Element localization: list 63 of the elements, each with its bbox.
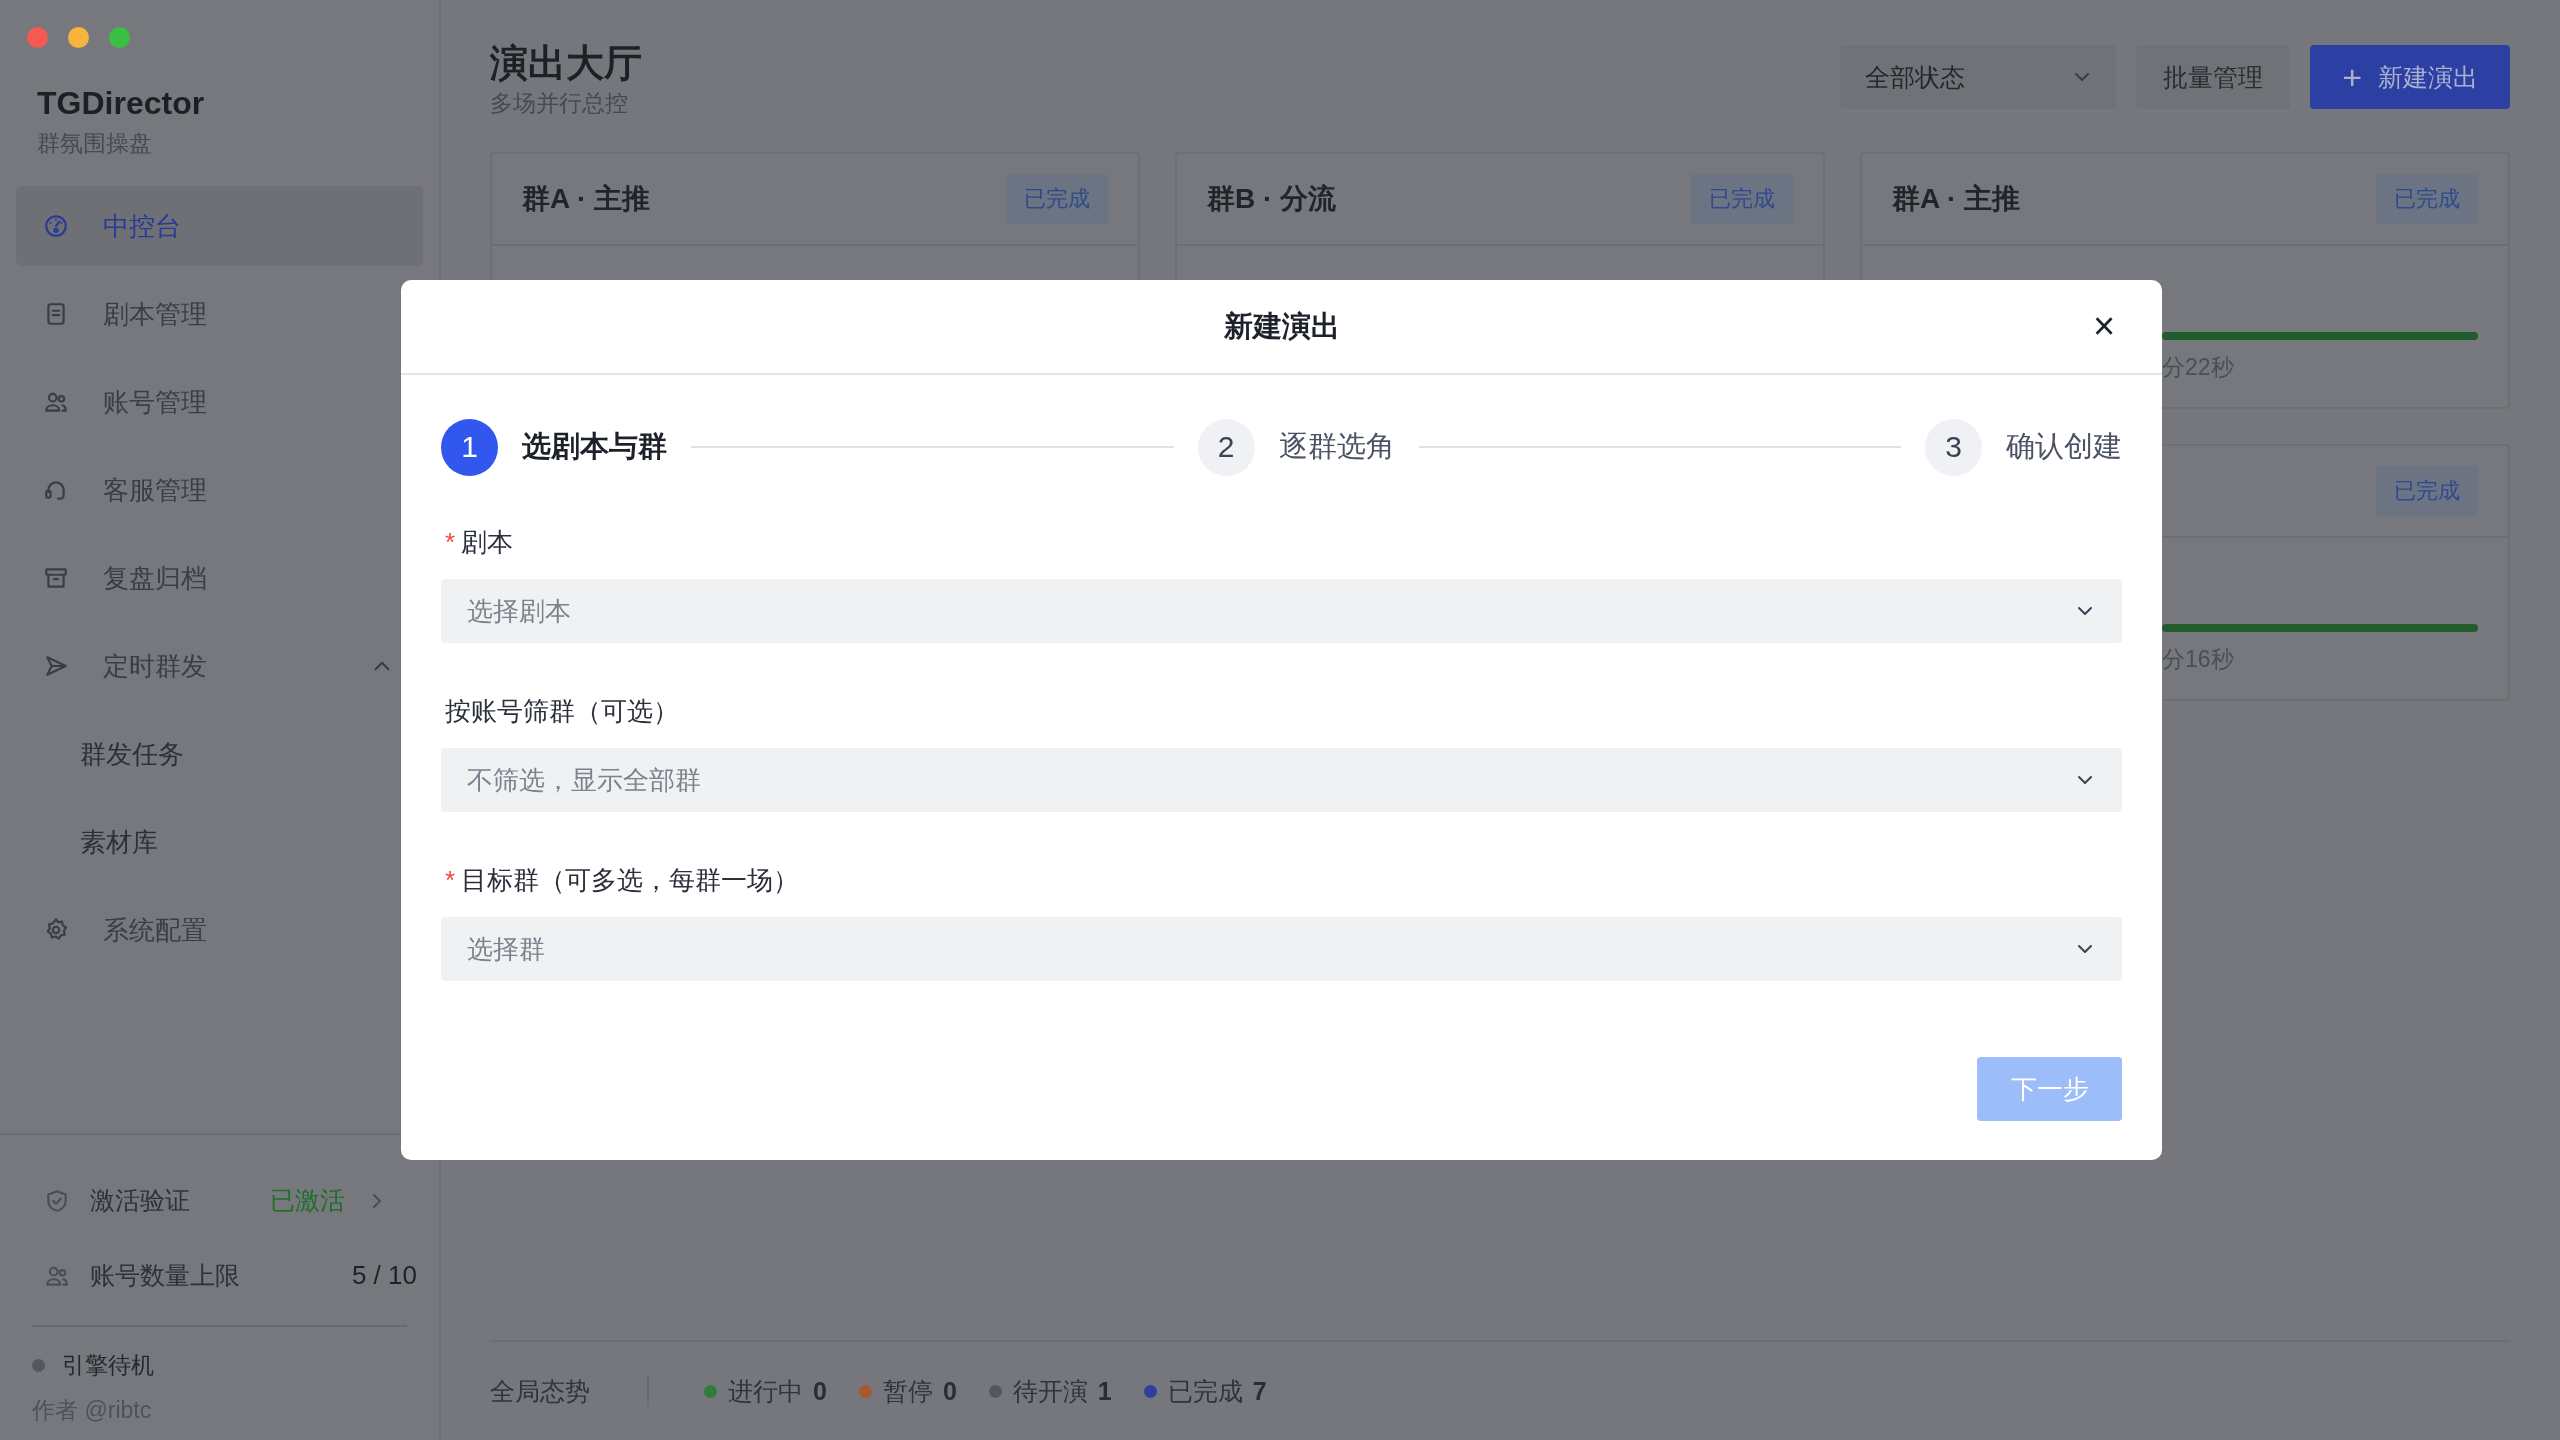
zoom-dot[interactable] bbox=[109, 27, 130, 48]
required-mark: * bbox=[445, 864, 456, 896]
status-badge: 已完成 bbox=[2376, 466, 2478, 516]
close-dot[interactable] bbox=[27, 27, 48, 48]
nav-label: 定时群发 bbox=[103, 649, 208, 683]
field-label: 剧本 bbox=[461, 525, 514, 559]
status-count: 1 bbox=[1097, 1376, 1112, 1406]
quota-label: 账号数量上限 bbox=[90, 1260, 241, 1291]
engine-status: 引擎待机 bbox=[62, 1350, 154, 1380]
status-count: 0 bbox=[813, 1376, 827, 1406]
nav-label: 剧本管理 bbox=[103, 297, 208, 331]
status-label: 已完成 bbox=[1167, 1375, 1243, 1407]
card-title: 群A · 主推 bbox=[522, 182, 651, 216]
select-field[interactable]: 选择群 bbox=[441, 917, 2122, 981]
select-field[interactable]: 不筛选，显示全部群 bbox=[441, 748, 2122, 812]
activation-label: 激活验证 bbox=[90, 1185, 191, 1216]
close-button[interactable]: × bbox=[2082, 304, 2126, 348]
status-badge: 已完成 bbox=[2376, 174, 2478, 224]
step-number: 1 bbox=[441, 418, 498, 476]
minimize-dot[interactable] bbox=[68, 27, 89, 48]
nav-item[interactable]: 账号管理 bbox=[16, 362, 423, 442]
nav-label: 复盘归档 bbox=[103, 561, 208, 595]
page-title: 演出大厅 bbox=[490, 41, 642, 86]
send-icon bbox=[43, 653, 69, 679]
status-bar-label: 全局态势 bbox=[490, 1375, 590, 1407]
gauge-icon bbox=[43, 213, 69, 239]
status-count: 0 bbox=[942, 1376, 957, 1406]
step-number: 2 bbox=[1197, 418, 1255, 476]
status-filter[interactable]: 全部状态 bbox=[1840, 45, 2117, 109]
select-field[interactable]: 选择剧本 bbox=[441, 579, 2122, 643]
status-label: 待开演 bbox=[1012, 1375, 1088, 1407]
card-title: 群B · 分流 bbox=[1207, 182, 1337, 216]
nav-label: 中控台 bbox=[103, 209, 182, 243]
step-label: 选剧本与群 bbox=[522, 429, 667, 464]
status-label: 暂停 bbox=[882, 1375, 933, 1407]
nav-item[interactable]: 系统配置 bbox=[16, 890, 423, 970]
status-badge: 已完成 bbox=[1006, 174, 1108, 224]
nav-item[interactable]: 定时群发 bbox=[16, 626, 423, 706]
step-number: 3 bbox=[1925, 418, 1982, 476]
status-badge: 已完成 bbox=[1691, 174, 1793, 224]
activation-status: 已激活 bbox=[270, 1185, 345, 1216]
field-label: 按账号筛群（可选） bbox=[445, 694, 679, 728]
dialog-title: 新建演出 bbox=[1223, 308, 1340, 344]
nav-item[interactable]: 中控台 bbox=[16, 186, 423, 266]
nav-label: 账号管理 bbox=[103, 385, 208, 419]
nav-item[interactable]: 剧本管理 bbox=[16, 274, 423, 354]
quota-value: 5 / 10 bbox=[351, 1260, 417, 1291]
create-button[interactable]: + 新建演出 bbox=[2310, 45, 2510, 109]
app-name: TGDirector bbox=[37, 85, 206, 122]
status-label: 进行中 bbox=[728, 1375, 803, 1407]
required-mark: * bbox=[445, 526, 456, 558]
field-label: 目标群（可多选，每群一场） bbox=[461, 863, 800, 897]
card-title: 群A · 主推 bbox=[1892, 182, 2021, 216]
shield-check-icon bbox=[44, 1187, 70, 1214]
status-count: 7 bbox=[1252, 1376, 1267, 1406]
nav-item[interactable]: 客服管理 bbox=[16, 450, 423, 530]
step-label: 确认创建 bbox=[2006, 429, 2122, 464]
nav-item[interactable]: 复盘归档 bbox=[16, 538, 423, 618]
archive-icon bbox=[43, 565, 69, 591]
nav-label: 客服管理 bbox=[103, 473, 208, 507]
step-label: 逐群选角 bbox=[1278, 429, 1395, 464]
batch-button[interactable]: 批量管理 bbox=[2136, 45, 2291, 109]
nav-label: 系统配置 bbox=[103, 913, 208, 947]
